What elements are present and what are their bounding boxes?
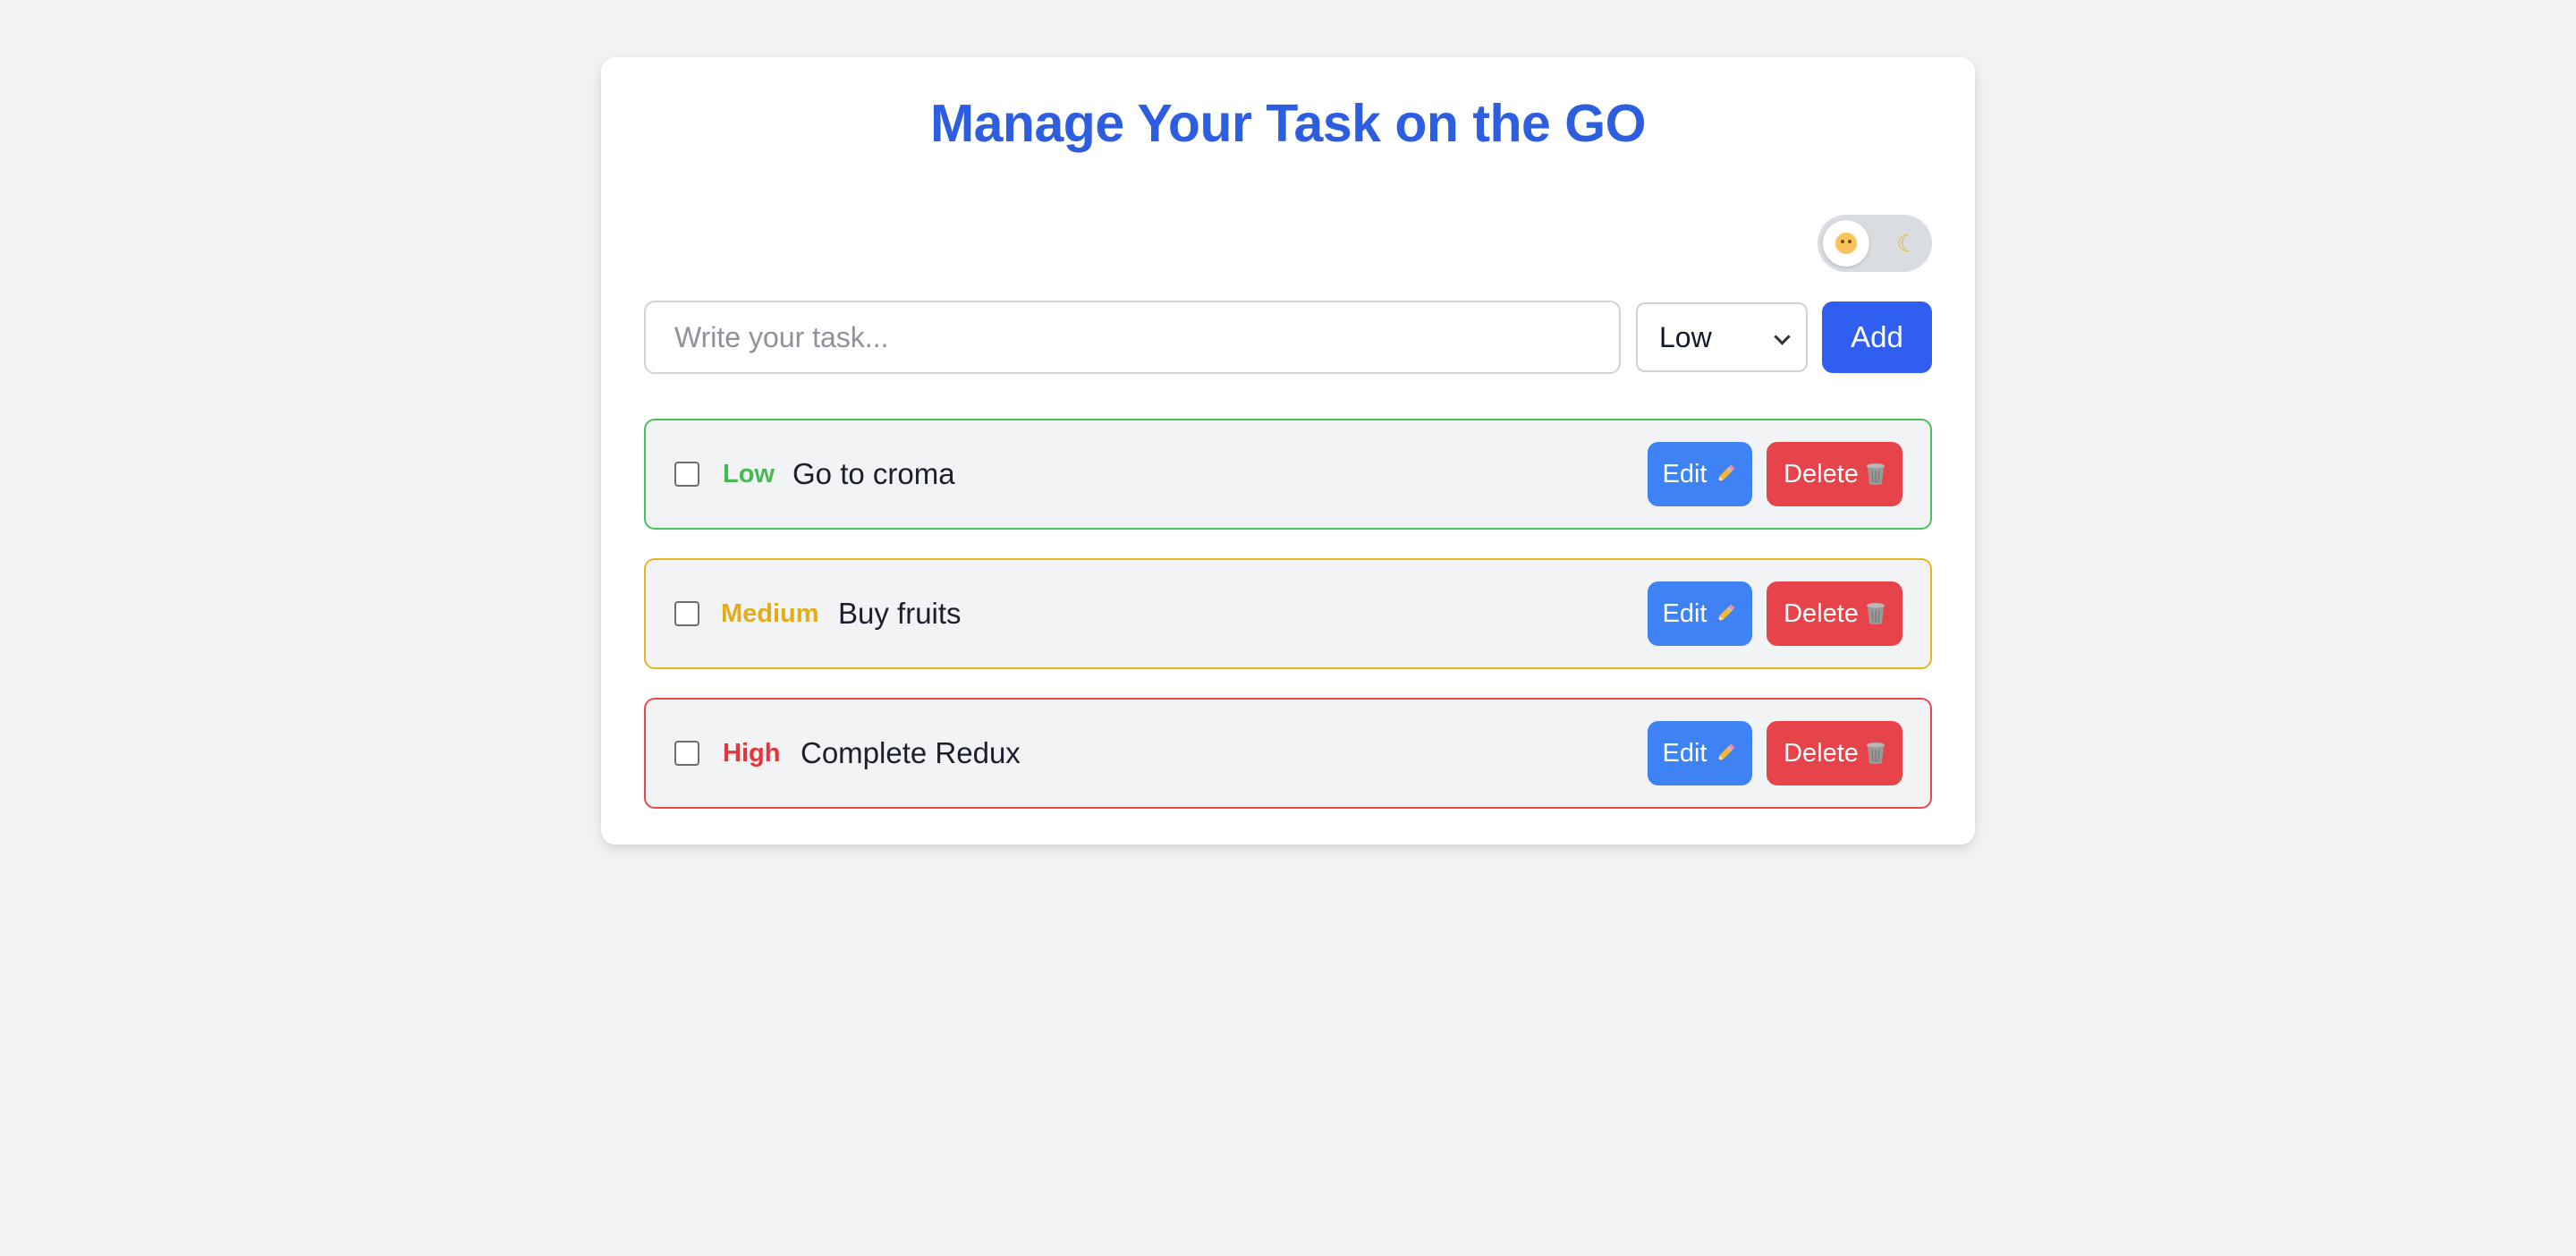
task-priority-label: Low [723,460,775,488]
task-priority-label: High [723,739,781,768]
priority-select-value: Low [1659,321,1712,353]
task-input[interactable] [644,301,1621,374]
delete-task-button[interactable]: Delete [1767,442,1902,506]
edit-task-button[interactable]: Edit [1648,721,1752,785]
edit-task-button[interactable]: Edit [1648,442,1752,506]
task-checkbox[interactable] [674,601,699,626]
delete-label: Delete [1784,598,1859,628]
pencil-icon [1714,742,1737,765]
task-checkbox[interactable] [674,462,699,487]
chevron-down-icon [1774,328,1791,345]
trash-icon [1866,602,1885,625]
edit-label: Edit [1662,738,1707,768]
page-title: Manage Your Task on the GO [929,94,1647,153]
task-text: Buy fruits [838,597,962,630]
task-text: Go to croma [792,457,955,490]
priority-select[interactable]: Low [1636,302,1808,372]
task-checkbox[interactable] [674,741,699,766]
trash-icon [1866,742,1885,765]
sun-face-icon [1835,233,1857,254]
pencil-icon [1714,463,1737,486]
pencil-icon [1714,602,1737,625]
theme-toggle-knob[interactable] [1823,220,1869,267]
task-text: Complete Redux [801,736,1021,769]
task-item: Low Go to croma Edit Delete [644,419,1932,530]
delete-task-button[interactable]: Delete [1767,581,1902,646]
trash-icon [1866,463,1885,486]
task-priority-label: Medium [721,599,819,628]
task-item: Medium Buy fruits Edit Delete [644,558,1932,669]
delete-task-button[interactable]: Delete [1767,721,1902,785]
moon-icon: ☾ [1896,230,1918,257]
task-item: High Complete Redux Edit Delete [644,698,1932,809]
add-task-button[interactable]: Add [1822,301,1932,373]
delete-label: Delete [1784,459,1859,488]
edit-task-button[interactable]: Edit [1648,581,1752,646]
theme-toggle[interactable]: ☾ [1818,215,1932,272]
edit-label: Edit [1662,459,1707,488]
edit-label: Edit [1662,598,1707,628]
delete-label: Delete [1784,738,1859,768]
